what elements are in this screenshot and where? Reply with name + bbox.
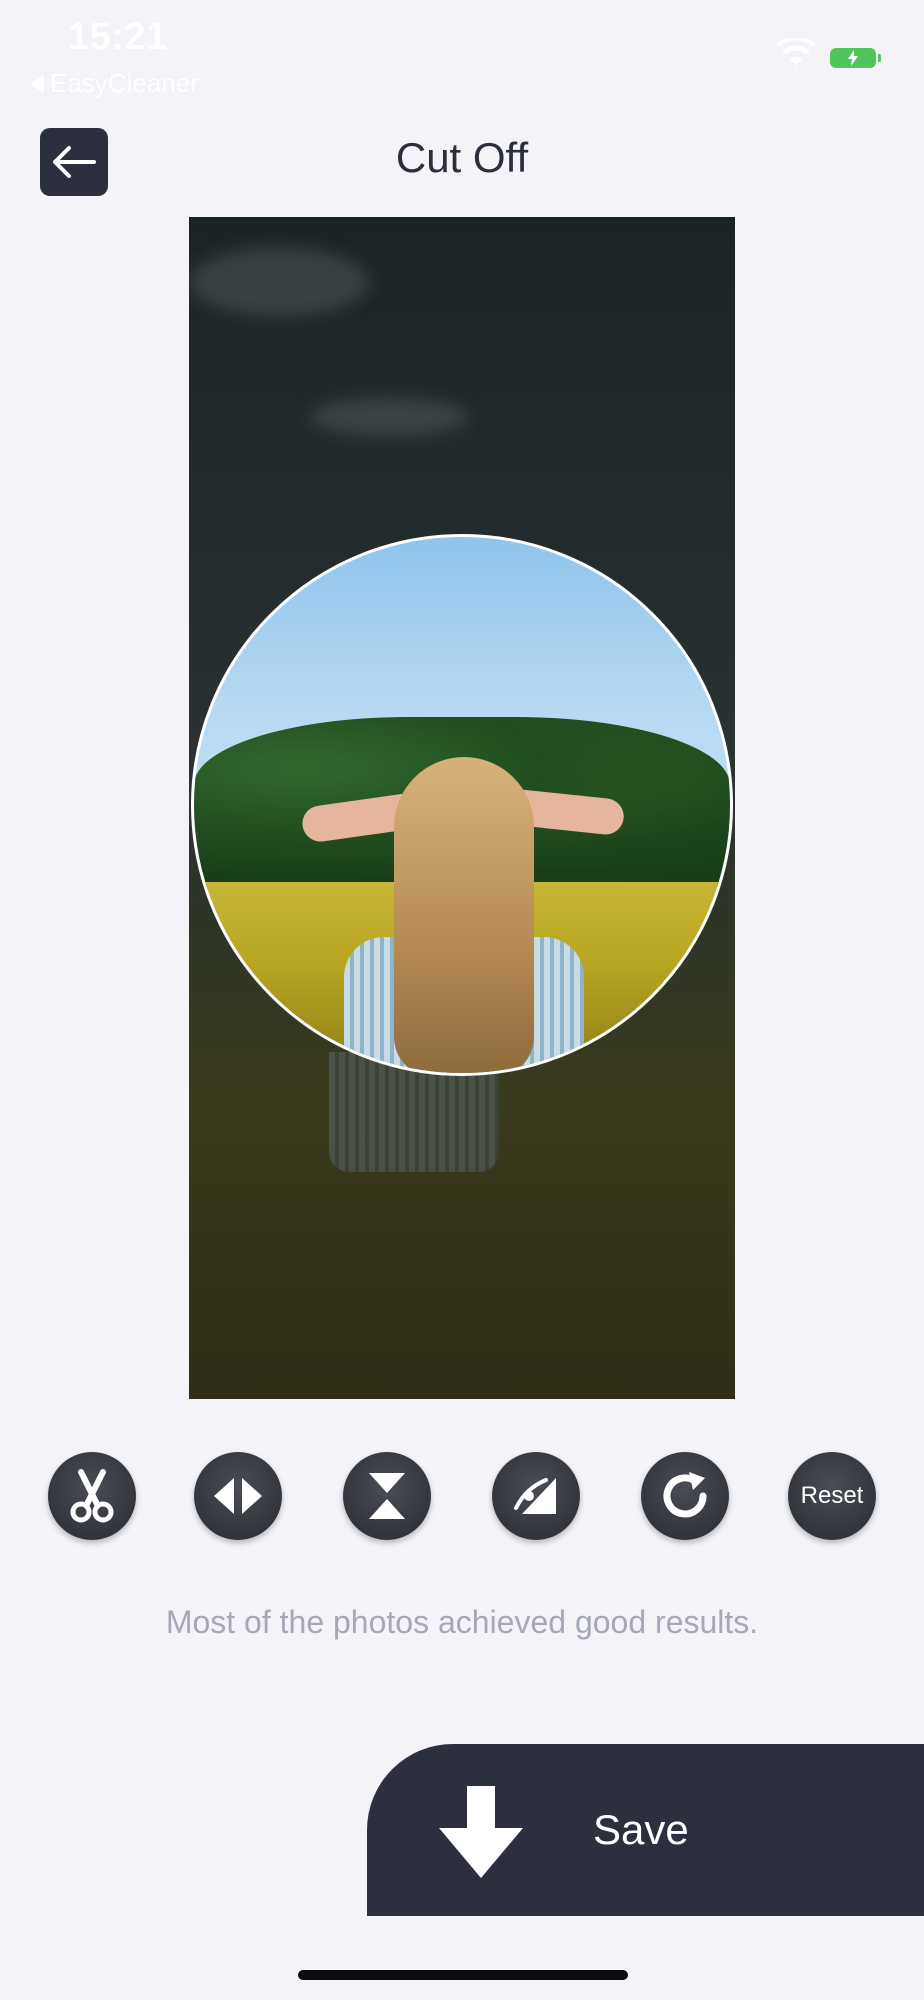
scissors-icon [70,1469,114,1523]
flip-vertical-button[interactable] [343,1452,431,1540]
adjust-icon [514,1478,556,1514]
save-button[interactable]: Save [367,1744,924,1916]
page-title: Cut Off [395,134,529,181]
save-label: Save [593,1806,689,1853]
hint-text: Most of the photos achieved good results… [165,1604,759,1640]
flip-horizontal-button[interactable] [194,1452,282,1540]
adjust-button[interactable] [492,1452,580,1540]
reset-label: Reset [800,1482,864,1509]
cloud-shape [189,247,369,317]
photo-canvas[interactable] [189,217,735,1399]
battery-icon [830,48,881,68]
reset-button[interactable]: Reset [788,1452,876,1540]
status-time: 15:21 [68,16,168,58]
flip-horizontal-icon [214,1478,262,1514]
tool-bar: Reset [0,1452,924,1542]
rotate-button[interactable] [641,1452,729,1540]
cloud-shape [309,397,469,437]
hair-shape [394,757,534,1073]
rotate-icon [663,1472,707,1518]
download-arrow-icon [439,1786,523,1878]
back-triangle-icon [30,74,44,93]
wifi-icon [776,38,816,66]
status-back-to-app[interactable]: EasyCleaner [30,68,199,99]
circle-crop-area[interactable] [191,534,733,1076]
back-app-label: EasyCleaner [50,68,199,98]
flip-vertical-icon [369,1473,405,1519]
cut-button[interactable] [48,1452,136,1540]
home-indicator[interactable] [298,1970,628,1980]
